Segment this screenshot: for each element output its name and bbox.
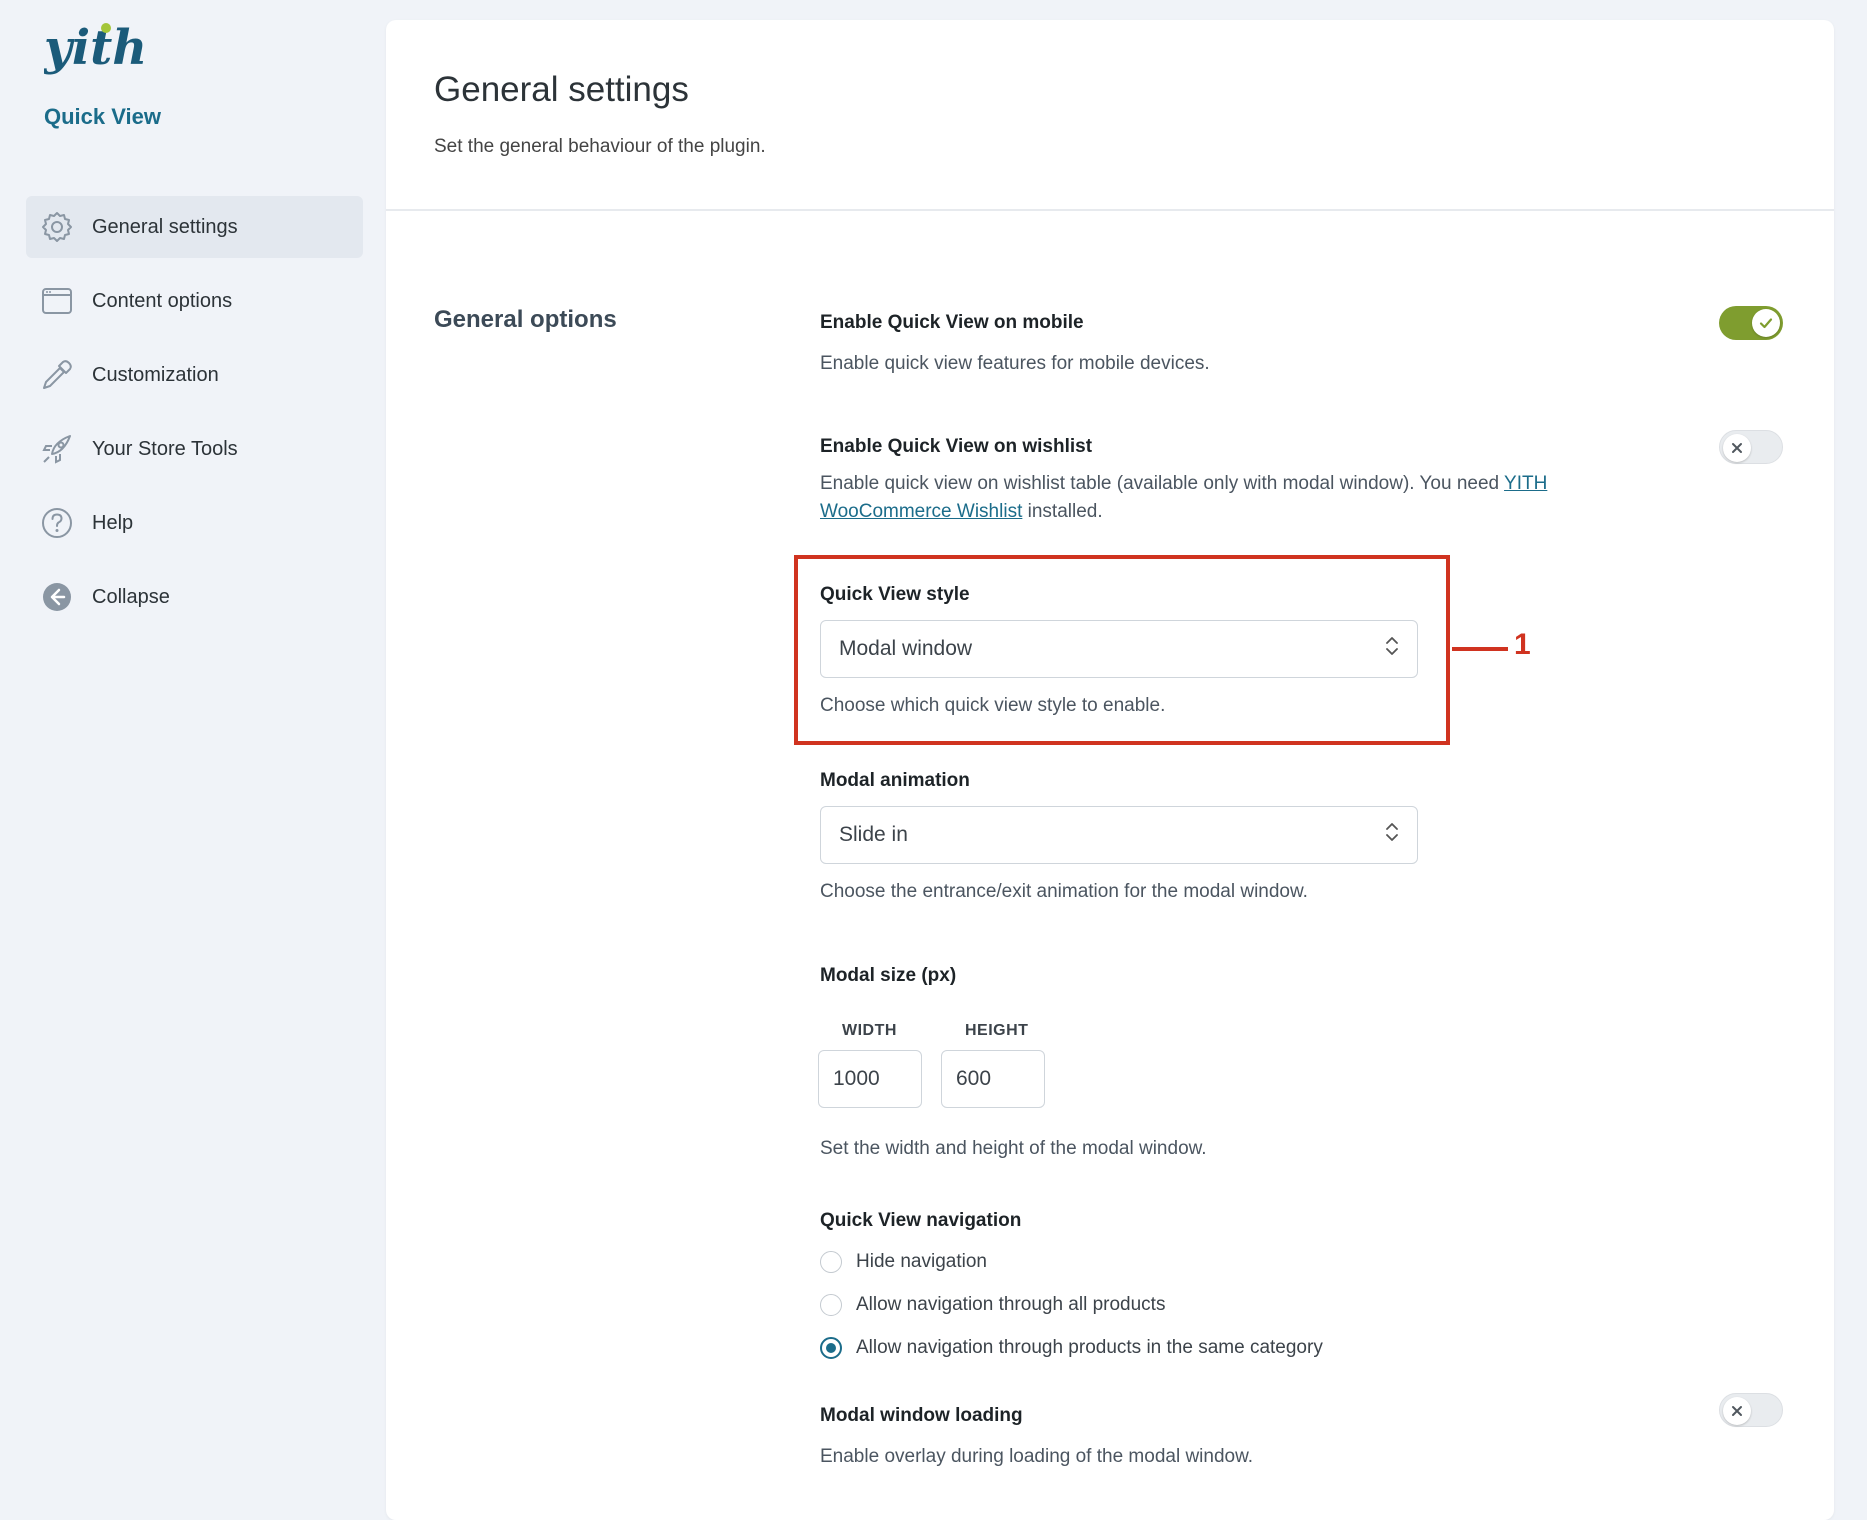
- annotation-highlight-box: [794, 555, 1450, 745]
- sidebar-item-label: Content options: [92, 289, 233, 312]
- width-input[interactable]: [818, 1050, 922, 1108]
- wishlist-toggle[interactable]: [1719, 430, 1783, 464]
- gear-icon: [40, 210, 74, 244]
- select-value: Slide in: [839, 823, 908, 846]
- height-label: HEIGHT: [965, 1022, 1029, 1039]
- option-label: Modal window loading: [820, 1405, 1023, 1426]
- section-title: General options: [434, 306, 617, 333]
- radio-hide-navigation[interactable]: Hide navigation: [820, 1240, 1323, 1283]
- mobile-toggle[interactable]: [1719, 306, 1783, 340]
- radio-button[interactable]: [820, 1336, 842, 1359]
- svg-text:yith: yith: [44, 20, 147, 76]
- option-label: Modal animation: [820, 770, 970, 791]
- option-description: Enable quick view on wishlist table (ava…: [820, 470, 1620, 526]
- sidebar: yith Quick View General settings Content…: [0, 0, 386, 1510]
- option-loading: Modal window loading Enable overlay duri…: [820, 1405, 1253, 1471]
- option-mobile: Enable Quick View on mobile Enable quick…: [820, 312, 1210, 378]
- arrow-left-circle-icon: [40, 580, 74, 614]
- radio-all-products[interactable]: Allow navigation through all products: [820, 1283, 1323, 1326]
- close-icon: [1723, 434, 1751, 462]
- plugin-name: Quick View: [44, 104, 161, 129]
- sidebar-item-label: Collapse: [92, 585, 170, 608]
- settings-panel: General settings Set the general behavio…: [386, 20, 1834, 1520]
- sidebar-item-customization[interactable]: Customization: [26, 344, 363, 406]
- option-size-label: Modal size (px): [820, 965, 956, 987]
- option-description: Set the width and height of the modal wi…: [820, 1138, 1207, 1159]
- option-label: Modal size (px): [820, 965, 957, 986]
- radio-same-category[interactable]: Allow navigation through products in the…: [820, 1326, 1323, 1369]
- sidebar-item-label: Customization: [92, 363, 219, 386]
- option-description: Enable overlay during loading of the mod…: [820, 1446, 1254, 1467]
- sidebar-item-store-tools[interactable]: Your Store Tools: [26, 418, 363, 480]
- sidebar-item-content-options[interactable]: Content options: [26, 270, 363, 332]
- radio-button[interactable]: [820, 1293, 842, 1316]
- page-description: Set the general behaviour of the plugin.: [434, 136, 766, 157]
- sidebar-item-label: Your Store Tools: [92, 437, 238, 460]
- option-label: Enable Quick View on mobile: [820, 312, 1084, 333]
- select-arrows-icon: [1385, 821, 1399, 849]
- wishlist-desc-before: Enable quick view on wishlist table (ava…: [820, 473, 1505, 494]
- sidebar-collapse-button[interactable]: Collapse: [26, 566, 363, 628]
- sidebar-nav: General settings Content options Customi…: [26, 196, 363, 640]
- loading-toggle[interactable]: [1719, 1393, 1783, 1427]
- option-description: Choose the entrance/exit animation for t…: [820, 881, 1308, 902]
- animation-select[interactable]: Slide in: [820, 806, 1418, 864]
- sidebar-item-general-settings[interactable]: General settings: [26, 196, 363, 258]
- rocket-icon: [40, 432, 74, 466]
- option-animation: Modal animation Slide in Choose the entr…: [820, 770, 1418, 906]
- option-wishlist: Enable Quick View on wishlist Enable qui…: [820, 436, 1620, 526]
- sidebar-item-help[interactable]: Help: [26, 492, 363, 554]
- wishlist-desc-after: installed.: [1022, 501, 1103, 522]
- check-icon: [1752, 309, 1780, 337]
- page-title: General settings: [434, 70, 689, 109]
- window-icon: [40, 284, 74, 318]
- radio-label: Hide navigation: [856, 1250, 987, 1272]
- option-label: Enable Quick View on wishlist: [820, 436, 1093, 457]
- option-label: Quick View navigation: [820, 1210, 1022, 1231]
- annotation-callout-line: [1452, 647, 1508, 651]
- radio-label: Allow navigation through products in the…: [856, 1336, 1323, 1358]
- option-size-desc: Set the width and height of the modal wi…: [820, 1135, 1207, 1163]
- option-navigation: Quick View navigation Hide navigation Al…: [820, 1210, 1323, 1369]
- pipette-icon: [40, 358, 74, 392]
- sidebar-item-label: General settings: [92, 215, 238, 238]
- width-label: WIDTH: [842, 1022, 897, 1039]
- close-icon: [1723, 1397, 1751, 1425]
- option-description: Enable quick view features for mobile de…: [820, 353, 1210, 374]
- height-input[interactable]: [941, 1050, 1045, 1108]
- sidebar-item-label: Help: [92, 511, 134, 534]
- yith-logo: yith: [43, 18, 164, 90]
- header-divider: [386, 209, 1834, 211]
- annotation-number: 1: [1514, 628, 1531, 661]
- radio-button[interactable]: [820, 1250, 842, 1273]
- radio-label: Allow navigation through all products: [856, 1293, 1166, 1315]
- question-circle-icon: [40, 506, 74, 540]
